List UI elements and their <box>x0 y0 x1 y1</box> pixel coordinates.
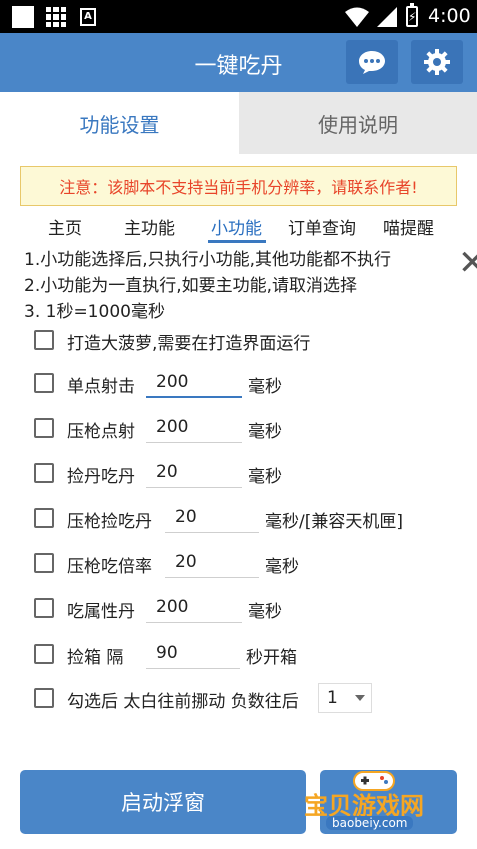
checkbox-build-pineapple[interactable] <box>34 330 54 350</box>
tab-function-settings[interactable]: 功能设置 <box>0 92 239 154</box>
app-bar: 一键吃丹 <box>0 33 477 92</box>
checkbox-pick-eat-pill[interactable] <box>34 463 54 483</box>
option-row: 勾选后 太白往前挪动 负数往后 1 <box>0 678 477 718</box>
tab-instructions[interactable]: 使用说明 <box>239 92 477 154</box>
pick-eat-pill-input[interactable]: 20 <box>146 458 242 488</box>
app-title: 一键吃丹 <box>194 54 283 79</box>
subtab-small-function[interactable]: 小功能 <box>211 214 262 239</box>
grid-icon <box>46 7 66 27</box>
info-line-2: 2.小功能为一直执行,如要主功能,请取消选择 <box>24 276 358 296</box>
option-label: 单点射击 <box>67 377 135 397</box>
option-row: 压枪捡吃丹 20 毫秒/[兼容天机匣] <box>0 498 477 538</box>
option-row: 吃属性丹 200 毫秒 <box>0 588 477 628</box>
option-label: 捡丹吃丹 <box>67 467 135 487</box>
unit-label: 毫秒 <box>248 602 282 622</box>
notification-square-icon <box>12 6 34 28</box>
side-close-icon[interactable]: ✕ <box>458 246 477 280</box>
clock: 4:00 <box>428 5 471 27</box>
signal-icon <box>377 7 397 27</box>
recoil-burst-input[interactable]: 200 <box>146 413 242 443</box>
taibai-move-select[interactable]: 1 <box>318 683 372 713</box>
checkbox-taibai-move[interactable] <box>34 688 54 708</box>
subtab-order-query[interactable]: 订单查询 <box>288 214 356 239</box>
option-label: 勾选后 太白往前挪动 负数往后 <box>67 692 299 712</box>
wifi-icon <box>345 7 369 27</box>
unit-label: 毫秒/[兼容天机匣] <box>265 512 403 532</box>
option-label: 压枪点射 <box>67 422 135 442</box>
option-row: 捡丹吃丹 20 毫秒 <box>0 453 477 493</box>
chat-button[interactable] <box>346 40 398 84</box>
sub-tabs: 主页 主功能 小功能 订单查询 喵提醒 <box>0 210 477 243</box>
option-row: 压枪点射 200 毫秒 <box>0 408 477 448</box>
main-tabs: 功能设置 使用说明 <box>0 92 477 154</box>
active-subtab-indicator <box>208 240 266 243</box>
box-interval-input[interactable]: 90 <box>146 639 240 669</box>
recoil-pick-eat-input[interactable]: 20 <box>165 503 259 533</box>
checkbox-recoil-eat-multiplier[interactable] <box>34 553 54 573</box>
single-shot-input[interactable]: 200 <box>146 368 242 398</box>
checkbox-pick-box[interactable] <box>34 644 54 664</box>
battery-icon: ⚡ <box>406 3 418 27</box>
unit-label: 秒开箱 <box>246 648 297 668</box>
checkbox-single-shot[interactable] <box>34 373 54 393</box>
unit-label: 毫秒 <box>248 422 282 442</box>
option-label: 压枪吃倍率 <box>67 557 152 577</box>
start-float-window-button[interactable]: 启动浮窗 <box>20 770 306 834</box>
option-row: 打造大菠萝,需要在打造界面运行 <box>0 320 477 360</box>
subtab-main-function[interactable]: 主功能 <box>124 214 175 239</box>
chat-bubble-icon <box>359 51 385 74</box>
dropdown-caret-icon <box>355 695 365 701</box>
option-label: 捡箱 隔 <box>67 648 124 668</box>
watermark-url: baobeiy.com <box>326 816 414 830</box>
recoil-eat-multiplier-input[interactable]: 20 <box>165 548 259 578</box>
status-bar: A ⚡ 4:00 <box>0 0 477 33</box>
option-label: 打造大菠萝,需要在打造界面运行 <box>67 334 311 354</box>
unit-label: 毫秒 <box>248 467 282 487</box>
watermark-logo: 宝贝游戏网 baobeiy.com <box>300 766 460 836</box>
settings-button[interactable] <box>411 40 463 84</box>
subtab-home[interactable]: 主页 <box>48 214 82 239</box>
checkbox-recoil-burst[interactable] <box>34 418 54 438</box>
gear-icon <box>424 49 450 75</box>
unit-label: 毫秒 <box>265 557 299 577</box>
subtab-meow-reminder[interactable]: 喵提醒 <box>383 214 434 239</box>
option-row: 捡箱 隔 90 秒开箱 <box>0 634 477 674</box>
unit-label: 毫秒 <box>248 377 282 397</box>
checkbox-recoil-pick-eat[interactable] <box>34 508 54 528</box>
info-line-3: 3. 1秒=1000毫秒 <box>24 302 165 322</box>
app-notification-icon: A <box>80 8 96 26</box>
checkbox-eat-attribute-pill[interactable] <box>34 598 54 618</box>
notice-banner: 注意：该脚本不支持当前手机分辨率，请联系作者! <box>20 166 457 206</box>
info-line-1: 1.小功能选择后,只执行小功能,其他功能都不执行 <box>24 250 392 270</box>
option-label: 压枪捡吃丹 <box>67 512 152 532</box>
option-row: 单点射击 200 毫秒 <box>0 363 477 403</box>
select-value: 1 <box>327 688 338 708</box>
option-label: 吃属性丹 <box>67 602 135 622</box>
option-row: 压枪吃倍率 20 毫秒 <box>0 543 477 583</box>
eat-attribute-pill-input[interactable]: 200 <box>146 593 242 623</box>
